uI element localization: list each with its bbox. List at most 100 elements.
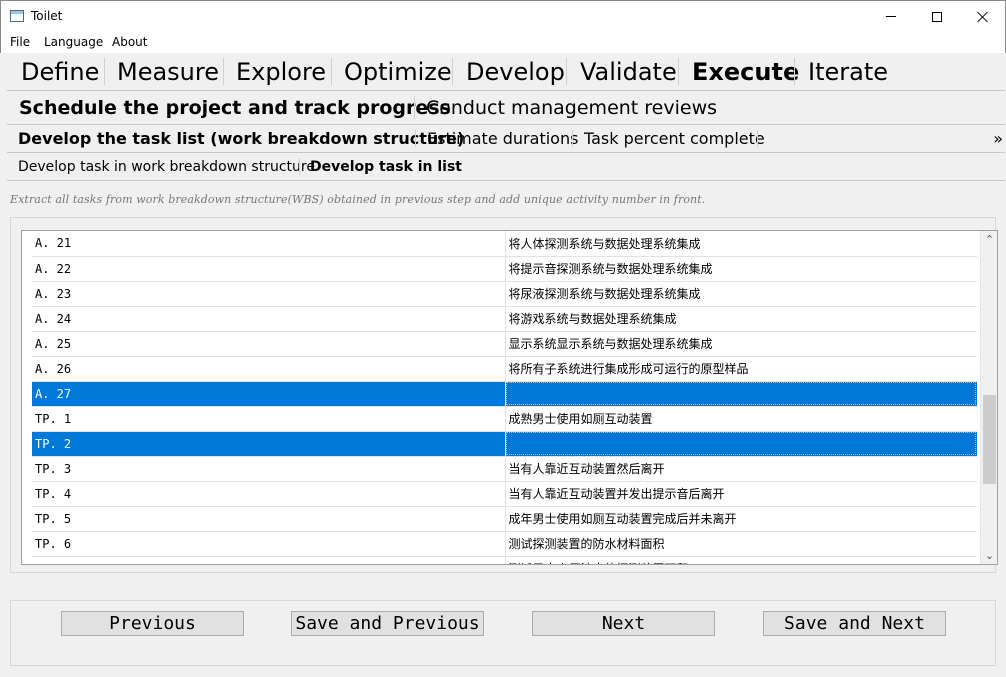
task-description-cell[interactable]: 测试男士小便池中的探测装置面积 (505, 556, 977, 564)
tab-optimize[interactable]: Optimize (332, 53, 453, 90)
table-row[interactable]: A. 23 将尿液探测系统与数据处理系统集成 (32, 281, 977, 307)
menu-language[interactable]: Language (44, 35, 103, 49)
task-description-cell[interactable]: 测试探测装置的防水材料面积 (505, 531, 977, 557)
close-icon (977, 11, 989, 23)
task-id-cell[interactable]: TP. 6 (32, 531, 506, 557)
phase-tabs: Define Measure Explore Optimize Develop … (7, 53, 1005, 91)
task-description-cell[interactable]: 成年男士使用如厕互动装置完成后并未离开 (505, 506, 977, 532)
tab-management-reviews[interactable]: Conduct management reviews (415, 91, 718, 124)
task-description-cell[interactable]: 将尿液探测系统与数据处理系统集成 (505, 281, 977, 307)
table-row[interactable]: TP. 7测试男士小便池中的探测装置面积 (32, 556, 977, 564)
vertical-scrollbar[interactable]: ⌃ ⌄ (980, 231, 997, 564)
table-row[interactable]: TP. 6 测试探测装置的防水材料面积 (32, 531, 977, 557)
maximize-button[interactable] (914, 1, 960, 32)
table-row[interactable]: TP. 3 当有人靠近互动装置然后离开 (32, 456, 977, 482)
previous-button[interactable]: Previous (61, 611, 244, 636)
tab-explore-label: Explore (236, 58, 327, 86)
menu-about[interactable]: About (112, 35, 147, 49)
app-icon (10, 10, 24, 22)
task-table[interactable]: A. 21 将人体探测系统与数据处理系统集成 A. 22 将提示音探测系统与数据处理系… (21, 230, 998, 565)
tab-develop-task-list[interactable]: Develop the task list (work breakdown st… (7, 125, 464, 152)
step-tabs: Schedule the project and track progress … (7, 91, 1005, 125)
tab-develop[interactable]: Develop (453, 53, 567, 90)
task-description-cell[interactable]: 将所有子系统进行集成形成可运行的原型样品 (505, 356, 977, 382)
tab-optimize-label: Optimize (344, 58, 452, 86)
task-id-cell[interactable]: A. 23 (32, 281, 506, 307)
task-id-cell[interactable]: TP. 7 (32, 556, 506, 564)
task-description-cell[interactable]: 将提示音探测系统与数据处理系统集成 (505, 256, 977, 282)
tab-task-in-wbs[interactable]: Develop task in work breakdown structure (7, 153, 315, 180)
task-id-cell[interactable]: TP. 4 (32, 481, 506, 507)
close-button[interactable] (960, 1, 1006, 32)
table-row[interactable]: A. 24 将游戏系统与数据处理系统集成 (32, 306, 977, 332)
task-id-cell[interactable]: A. 27 (32, 381, 506, 407)
task-description-cell[interactable]: 成熟男士使用如厕互动装置 (505, 406, 977, 432)
tab-estimate-durations-label: Estimate durations (427, 129, 579, 148)
task-id-cell[interactable]: TP. 2 (32, 431, 506, 457)
tab-schedule-project-label: Schedule the project and track progress (19, 97, 451, 119)
tab-measure[interactable]: Measure (105, 53, 224, 90)
tab-iterate-label: Iterate (808, 58, 889, 86)
tab-explore[interactable]: Explore (224, 53, 332, 90)
maximize-icon (932, 11, 942, 22)
save-and-next-button[interactable]: Save and Next (763, 611, 946, 636)
task-id-cell[interactable]: A. 24 (32, 306, 506, 332)
tab-task-in-list[interactable]: Develop task in list (300, 153, 462, 180)
tab-define[interactable]: Define (7, 53, 105, 90)
task-id-cell[interactable]: A. 26 (32, 356, 506, 382)
minimize-icon (886, 16, 896, 17)
instruction-text: Extract all tasks from work breakdown st… (10, 193, 706, 206)
task-id-cell[interactable]: TP. 3 (32, 456, 506, 482)
task-description-cell[interactable]: 当有人靠近互动装置并发出提示音后离开 (505, 481, 977, 507)
task-description-cell[interactable] (505, 431, 977, 457)
task-id-cell[interactable]: A. 22 (32, 256, 506, 282)
menu-bar: File Language About (0, 32, 1006, 53)
save-and-previous-button[interactable]: Save and Previous (291, 611, 484, 636)
tab-execute-label: Execute (692, 58, 800, 86)
scroll-up-icon[interactable]: ⌃ (981, 231, 997, 248)
title-bar: Toilet (0, 0, 1006, 32)
tab-task-in-list-label: Develop task in list (310, 159, 462, 175)
tab-task-percent-complete-label: Task percent complete (584, 129, 765, 148)
next-button[interactable]: Next (532, 611, 715, 636)
task-description-cell[interactable] (505, 381, 977, 407)
tab-execute[interactable]: Execute (679, 53, 799, 90)
table-row[interactable]: A. 21 将人体探测系统与数据处理系统集成 (32, 231, 977, 257)
tab-task-percent-complete[interactable]: Task percent complete (573, 125, 765, 152)
task-id-cell[interactable]: TP. 5 (32, 506, 506, 532)
task-id-cell[interactable]: A. 25 (32, 331, 506, 357)
scroll-down-icon[interactable]: ⌄ (981, 547, 997, 564)
navigation-panel: Previous Save and Previous Next Save and… (10, 600, 996, 666)
menu-file[interactable]: File (10, 35, 30, 49)
task-id-cell[interactable]: TP. 1 (32, 406, 506, 432)
tab-estimate-durations[interactable]: Estimate durations (416, 125, 578, 152)
table-row[interactable]: TP. 5 成年男士使用如厕互动装置完成后并未离开 (32, 506, 977, 532)
tab-task-in-wbs-label: Develop task in work breakdown structure (18, 159, 315, 175)
tab-develop-label: Develop (466, 58, 565, 86)
task-description-cell[interactable]: 将人体探测系统与数据处理系统集成 (505, 231, 977, 257)
table-row[interactable]: TP. 2 (32, 431, 977, 457)
task-grid: A. 21 将人体探测系统与数据处理系统集成 A. 22 将提示音探测系统与数据处理系… (32, 231, 977, 564)
table-row[interactable]: TP. 1 成熟男士使用如厕互动装置 (32, 406, 977, 432)
tab-iterate[interactable]: Iterate (795, 53, 895, 90)
minimize-button[interactable] (868, 1, 914, 32)
table-row[interactable]: A. 27 (32, 381, 977, 407)
table-row[interactable]: A. 25 显示系统显示系统与数据处理系统集成 (32, 331, 977, 357)
task-description-cell[interactable]: 将游戏系统与数据处理系统集成 (505, 306, 977, 332)
table-row[interactable]: A. 22 将提示音探测系统与数据处理系统集成 (32, 256, 977, 282)
tab-develop-task-list-label: Develop the task list (work breakdown st… (18, 129, 465, 148)
view-tabs: Develop task in work breakdown structure… (7, 153, 1005, 181)
tab-schedule-project[interactable]: Schedule the project and track progress (7, 91, 451, 124)
tabs-overflow-button[interactable]: » (993, 125, 1003, 153)
table-row[interactable]: A. 26 将所有子系统进行集成形成可运行的原型样品 (32, 356, 977, 382)
table-panel: A. 21 将人体探测系统与数据处理系统集成 A. 22 将提示音探测系统与数据处理系… (10, 217, 998, 573)
task-description-cell[interactable]: 当有人靠近互动装置然后离开 (505, 456, 977, 482)
scroll-thumb[interactable] (983, 395, 996, 484)
task-id-cell[interactable]: A. 21 (32, 231, 506, 257)
tab-management-reviews-label: Conduct management reviews (426, 97, 718, 119)
tab-validate-label: Validate (580, 58, 677, 86)
table-row[interactable]: TP. 4 当有人靠近互动装置并发出提示音后离开 (32, 481, 977, 507)
task-description-cell[interactable]: 显示系统显示系统与数据处理系统集成 (505, 331, 977, 357)
window-title: Toilet (31, 9, 63, 23)
tab-validate[interactable]: Validate (567, 53, 679, 90)
